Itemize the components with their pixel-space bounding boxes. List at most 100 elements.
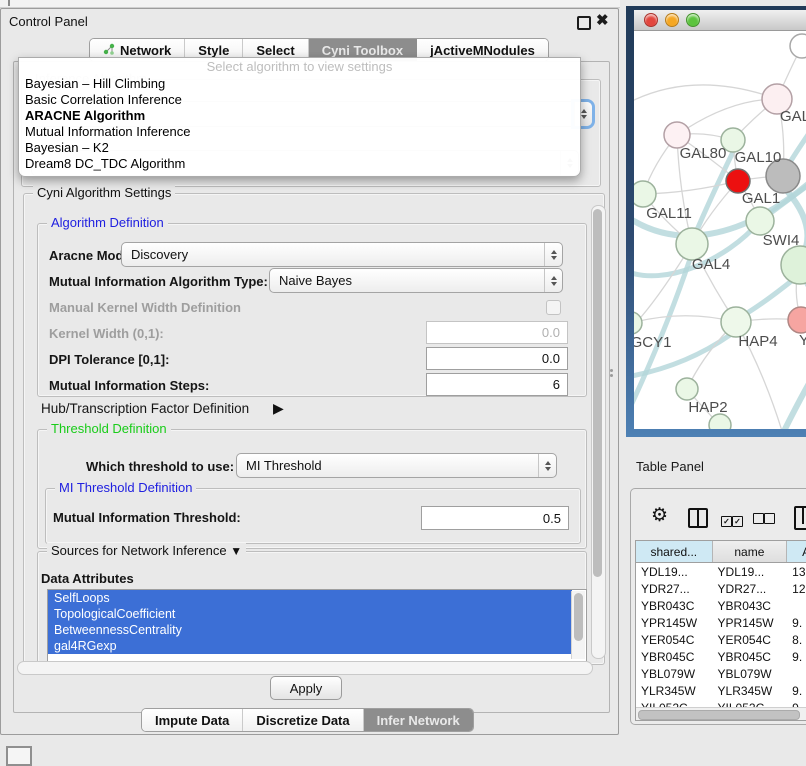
table-cell: 9.: [787, 648, 806, 665]
network-node-label: GAL1: [742, 190, 780, 207]
network-node[interactable]: [709, 414, 731, 429]
network-node[interactable]: [788, 307, 806, 333]
table-cell: YPR145W: [713, 614, 788, 631]
scrollbar-thumb[interactable]: [593, 209, 602, 577]
cyni-settings-title: Cyni Algorithm Settings: [33, 185, 175, 200]
collapsed-arrow-icon[interactable]: ▶: [273, 400, 284, 417]
minimize-traffic-light-icon[interactable]: [665, 13, 679, 27]
network-edge: [694, 152, 733, 237]
attribute-option[interactable]: TopologicalCoefficient: [48, 606, 572, 622]
network-node[interactable]: [790, 34, 806, 58]
manual-kernel-checkbox[interactable]: [546, 300, 561, 315]
algorithm-options-list: Bayesian – Hill ClimbingBasic Correlatio…: [19, 76, 580, 172]
tab-label: Impute Data: [155, 713, 229, 728]
settings-vertical-scrollbar[interactable]: [591, 205, 606, 659]
network-node[interactable]: [634, 312, 642, 334]
network-node-label: HAP2: [688, 399, 727, 416]
table-cell: YBR045C: [636, 648, 713, 665]
data-attributes-list: SelfLoopsTopologicalCoefficientBetweenne…: [47, 589, 587, 662]
scrollbar-thumb[interactable]: [574, 593, 583, 641]
mi-steps-value: 6: [553, 377, 560, 392]
network-canvas[interactable]: GALGAL80GAL10GAL1GAL11SWI4GAL4GCY1HAP4YH…: [634, 31, 806, 429]
manual-kernel-label: Manual Kernel Width Definition: [49, 300, 241, 315]
control-panel-title: Control Panel: [9, 14, 88, 29]
bottom-left-partial-icon[interactable]: [6, 746, 32, 766]
algorithm-option[interactable]: Bayesian – Hill Climbing: [19, 76, 580, 92]
mi-type-value: Naive Bayes: [279, 273, 352, 288]
settings-horizontal-scrollbar[interactable]: [17, 661, 593, 675]
algorithm-option[interactable]: Mutual Information Inference: [19, 124, 580, 140]
tab-infer-network[interactable]: Infer Network: [364, 709, 473, 731]
select-all-columns-icon[interactable]: ✓✓: [721, 511, 743, 529]
tab-label: Network: [120, 43, 171, 58]
close-traffic-light-icon[interactable]: [644, 13, 658, 27]
network-node-label: Y: [799, 332, 806, 349]
column-header[interactable]: name: [713, 541, 788, 562]
node-table: shared...nameA YDL19...YDL19...13YDR27..…: [635, 540, 806, 721]
zoom-traffic-light-icon[interactable]: [686, 13, 700, 27]
table-row[interactable]: YDR27...YDR27...12: [636, 580, 806, 597]
deselect-all-columns-icon[interactable]: [753, 511, 775, 529]
network-node-label: GAL11: [646, 205, 692, 222]
network-node-label: GAL: [780, 108, 806, 125]
apply-button[interactable]: Apply: [270, 676, 342, 700]
table-cell: YBR043C: [636, 597, 713, 614]
algorithm-option[interactable]: Basic Correlation Inference: [19, 92, 580, 108]
table-settings-gear-icon[interactable]: ⚙: [651, 506, 668, 526]
panel-splitter-grip[interactable]: [610, 369, 614, 378]
algorithm-option[interactable]: Bayesian – K2: [19, 140, 580, 156]
close-icon[interactable]: ✖: [596, 11, 609, 29]
table-row[interactable]: YER054CYER054C8.: [636, 631, 806, 648]
attribute-option[interactable]: SelfLoops: [48, 590, 572, 606]
sources-title: Sources for Network Inference ▼: [47, 543, 246, 558]
network-node[interactable]: [781, 246, 806, 284]
algorithm-dropdown-popup: Select algorithm to view settings Bayesi…: [18, 57, 581, 177]
mi-type-combo[interactable]: Naive Bayes: [269, 268, 563, 293]
column-header[interactable]: shared...: [636, 541, 713, 562]
network-node[interactable]: [746, 207, 774, 235]
table-row[interactable]: YPR145WYPR145W9.: [636, 614, 806, 631]
aracne-mode-combo[interactable]: Discovery: [121, 242, 563, 267]
table-row[interactable]: YDL19...YDL19...13: [636, 563, 806, 580]
list-vertical-scrollbar[interactable]: [571, 591, 585, 659]
mi-threshold-field[interactable]: 0.5: [421, 506, 569, 530]
network-node-label: GAL4: [692, 256, 730, 273]
algorithm-option[interactable]: ARACNE Algorithm: [19, 108, 580, 124]
combo-stepper-icon[interactable]: [544, 243, 562, 266]
tab-impute-data[interactable]: Impute Data: [142, 709, 243, 731]
kernel-width-field[interactable]: 0.0: [426, 321, 568, 344]
which-threshold-combo[interactable]: MI Threshold: [236, 453, 557, 478]
threshold-definition-title: Threshold Definition: [47, 421, 171, 436]
network-edge: [784, 373, 806, 429]
dpi-tolerance-field[interactable]: 0.0: [426, 347, 568, 370]
float-window-icon[interactable]: [577, 16, 591, 30]
mi-steps-field[interactable]: 6: [426, 373, 568, 396]
attribute-items: SelfLoopsTopologicalCoefficientBetweenne…: [48, 590, 572, 654]
table-cell: [787, 665, 806, 682]
tab-label: Select: [256, 43, 294, 58]
table-horizontal-scrollbar[interactable]: [636, 707, 806, 720]
table-row[interactable]: YBL079WYBL079W: [636, 665, 806, 682]
column-layout-icon[interactable]: [688, 508, 708, 528]
attribute-option[interactable]: BetweennessCentrality: [48, 622, 572, 638]
aracne-mode-value: Discovery: [131, 247, 188, 262]
combo-stepper-icon[interactable]: [544, 269, 562, 292]
partial-toolbar-icon[interactable]: [794, 506, 806, 530]
table-row[interactable]: YBR045CYBR045C9.: [636, 648, 806, 665]
kernel-width-value: 0.0: [542, 325, 560, 340]
network-node[interactable]: [634, 181, 656, 207]
mi-threshold-value: 0.5: [543, 511, 561, 526]
combo-stepper-icon[interactable]: [538, 454, 556, 477]
hub-definition-label[interactable]: Hub/Transcription Factor Definition: [41, 401, 249, 416]
attribute-option[interactable]: gal4RGexp: [48, 638, 572, 654]
tab-discretize-data[interactable]: Discretize Data: [243, 709, 363, 731]
expanded-arrow-icon[interactable]: ▼: [230, 544, 242, 558]
column-header[interactable]: A: [787, 541, 806, 562]
table-row[interactable]: YLR345WYLR345W9.: [636, 682, 806, 699]
cyni-bottom-tabs: Impute Data Discretize Data Infer Networ…: [141, 708, 474, 732]
algorithm-option[interactable]: Dream8 DC_TDC Algorithm: [19, 156, 580, 172]
kernel-width-label: Kernel Width (0,1):: [49, 326, 164, 341]
table-row[interactable]: YBR043CYBR043C: [636, 597, 806, 614]
scrollbar-thumb[interactable]: [638, 710, 800, 720]
network-node[interactable]: [676, 378, 698, 400]
